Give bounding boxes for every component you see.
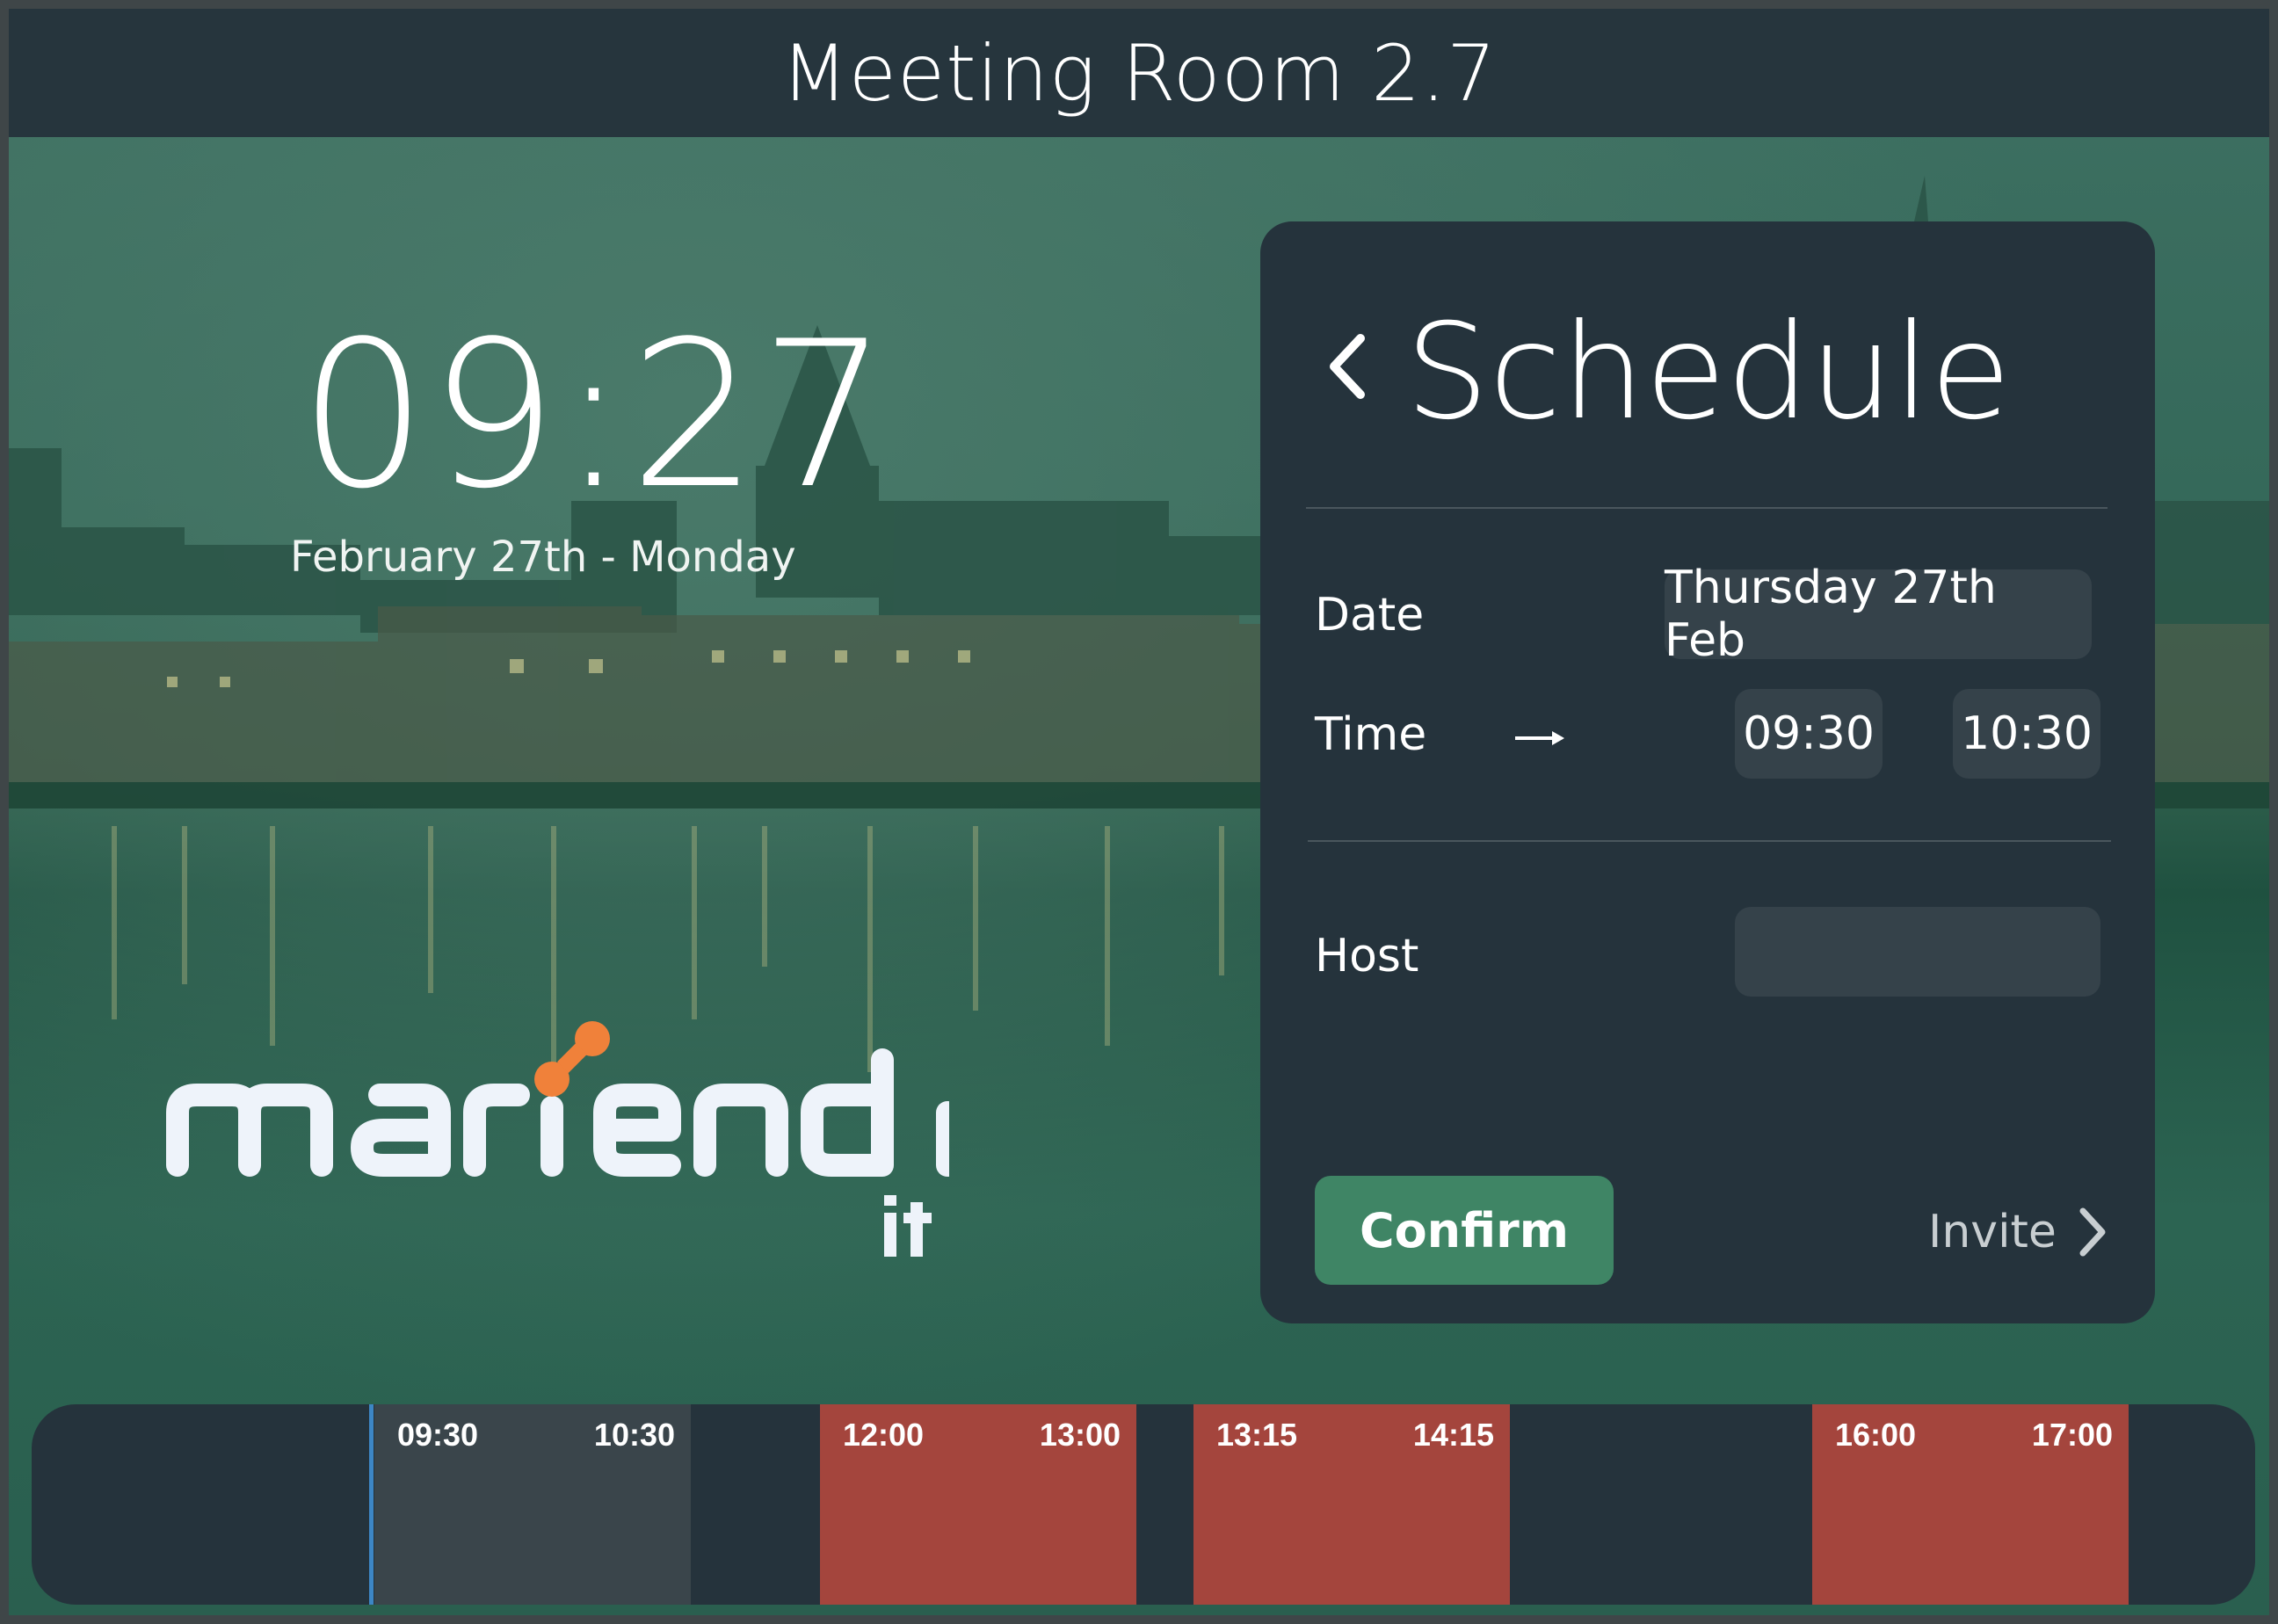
schedule-title: Schedule — [1405, 296, 2012, 449]
timeline-slot-booked[interactable]: 12:00 13:00 — [820, 1404, 1136, 1605]
timeline-slot-booked[interactable]: 13:15 14:15 — [1193, 1404, 1510, 1605]
slot-end: 10:30 — [593, 1417, 675, 1453]
day-timeline: 09:30 10:30 12:00 13:00 13:15 14:15 16:0… — [32, 1404, 2255, 1605]
slot-start: 12:00 — [843, 1417, 925, 1453]
divider — [1308, 840, 2111, 842]
chevron-right-icon — [2079, 1207, 2106, 1257]
mariendal-logo — [166, 1021, 949, 1257]
timeline-slot-booked[interactable]: 16:00 17:00 — [1812, 1404, 2129, 1605]
host-label: Host — [1315, 930, 1419, 982]
time-label: Time — [1315, 708, 1427, 761]
slot-end: 13:00 — [1039, 1417, 1121, 1453]
date-picker[interactable]: Thursday 27th Feb — [1665, 562, 2092, 667]
slot-start: 16:00 — [1835, 1417, 1917, 1453]
schedule-panel: Schedule Date Thursday 27th Feb Time 09:… — [1260, 221, 2155, 1323]
host-input[interactable] — [1735, 907, 2100, 997]
slot-start: 13:15 — [1216, 1417, 1298, 1453]
room-display: Meeting Room 2.7 09:27 February 27th - M… — [9, 9, 2269, 1615]
slot-start: 09:30 — [397, 1417, 479, 1453]
room-title: Meeting Room 2.7 — [780, 27, 1498, 119]
invite-button[interactable]: Invite — [1928, 1197, 2108, 1267]
arrow-right-icon — [1515, 731, 1564, 745]
current-time-indicator — [369, 1404, 374, 1605]
date-label: Date — [1315, 589, 1425, 642]
timeline-slot-selected[interactable]: 09:30 10:30 — [374, 1404, 691, 1605]
end-time-picker[interactable]: 10:30 — [1953, 689, 2100, 779]
current-date: February 27th - Monday — [290, 533, 796, 582]
back-chevron-icon[interactable] — [1322, 314, 1375, 419]
current-time: 09:27 — [299, 299, 890, 533]
header-bar: Meeting Room 2.7 — [9, 9, 2269, 137]
divider — [1306, 507, 2108, 509]
slot-end: 17:00 — [2031, 1417, 2113, 1453]
slot-end: 14:15 — [1412, 1417, 1494, 1453]
invite-label: Invite — [1928, 1206, 2057, 1258]
confirm-button[interactable]: Confirm — [1315, 1176, 1614, 1285]
start-time-picker[interactable]: 09:30 — [1735, 689, 1883, 779]
